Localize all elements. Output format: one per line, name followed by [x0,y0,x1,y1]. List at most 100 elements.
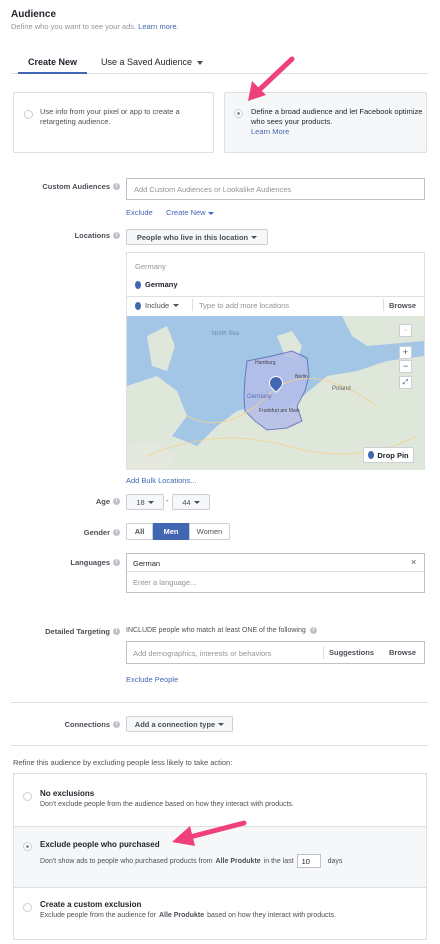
exclude-purchased-title: Exclude people who purchased [40,840,160,849]
tab-saved-label: Use a Saved Audience [101,57,193,67]
age-label: Age [95,497,110,506]
languages-label-row: Languages i [20,558,120,567]
location-pin-icon [135,280,141,289]
exclude-purchased-desc-text: Don't show ads to people who purchased p… [40,857,213,865]
include-criteria-text: INCLUDE people who match at least ONE of… [126,627,306,634]
create-new-label: Create New [166,208,206,217]
include-label: Include [145,301,170,310]
days-unit-label: days [327,857,343,865]
gender-toggle-group: All Men Women [126,523,230,540]
section-title: Audience [11,9,57,20]
chevron-down-icon [193,500,200,504]
close-icon[interactable]: × [411,557,416,567]
locations-panel: Germany Germany Include Type to add more… [126,252,425,470]
suggestions-button[interactable]: Suggestions [329,648,374,657]
map-label-sea: North Sea [212,331,240,337]
retargeting-option-card[interactable]: Use info from your pixel or app to creat… [13,92,214,153]
info-icon[interactable]: i [113,721,120,728]
map-label-berlin: Berlin [295,374,308,380]
map-label-hamburg: Hamburg [255,360,276,366]
age-max-value: 44 [182,497,191,507]
custom-exclusion-radio[interactable] [23,903,32,912]
languages-label: Languages [70,558,110,567]
divider [323,646,324,659]
connections-label-row: Connections i [20,720,120,729]
locations-label-row: Locations i [20,231,120,240]
no-exclusions-radio[interactable] [23,792,32,801]
annotation-arrow-icon [172,820,247,846]
info-icon[interactable]: i [113,559,120,566]
divider [127,296,424,297]
info-icon[interactable]: i [113,628,120,635]
learn-more-link[interactable]: Learn more. [138,22,178,31]
exclude-people-link[interactable]: Exclude People [126,675,178,684]
info-icon[interactable]: i [309,627,317,634]
product-set-name: Alle Produkte [215,857,261,865]
age-separator: - [166,496,169,505]
exclude-purchased-desc: Don't show ads to people who purchased p… [40,854,342,868]
location-type-dropdown[interactable]: People who live in this location [126,229,268,245]
custom-exclusion-desc-text: Exclude people from the audience for [40,912,156,919]
gender-men-button[interactable]: Men [153,523,189,540]
include-dropdown[interactable]: Include [135,301,180,310]
age-min-dropdown[interactable]: 18 [126,494,164,510]
info-icon[interactable]: i [113,183,120,190]
custom-audiences-input[interactable]: Add Custom Audiences or Lookalike Audien… [126,178,425,200]
retargeting-radio[interactable] [24,110,33,119]
chevron-down-icon [147,500,154,504]
drop-pin-label: Drop Pin [377,450,409,460]
drop-pin-button[interactable]: Drop Pin [363,447,414,463]
product-set-name: Alle Produkte [158,912,205,919]
tab-create-new[interactable]: Create New [18,57,88,74]
custom-exclusion-option[interactable]: Create a custom exclusion Exclude people… [14,888,426,940]
divider [11,745,428,746]
location-type-label: People who live in this location [136,232,249,242]
gender-label: Gender [83,528,110,537]
map-label-city: Frankfurt am Main [259,408,300,414]
chevron-down-icon [196,60,203,65]
gender-all-button[interactable]: All [126,523,153,540]
age-max-dropdown[interactable]: 44 [172,494,210,510]
location-search-input[interactable]: Type to add more locations [199,301,379,310]
browse-locations-button[interactable]: Browse [389,301,416,310]
browse-targeting-button[interactable]: Browse [389,648,416,657]
info-icon[interactable]: i [113,498,120,505]
selected-location-name: Germany [145,280,178,289]
gender-women-button[interactable]: Women [189,523,230,540]
no-exclusions-desc: Don't exclude people from the audience b… [40,801,294,808]
language-input[interactable]: Enter a language... [133,578,196,587]
divider [11,702,428,703]
map-option-button[interactable]: ◦ [399,324,412,337]
location-map[interactable]: North Sea Germany Frankfurt am Main Pola… [127,316,424,470]
zoom-in-icon[interactable]: + [399,346,412,359]
fullscreen-icon[interactable]: ⤢ [399,376,412,389]
exclude-purchased-radio[interactable] [23,842,32,851]
annotation-arrow-icon [248,56,295,101]
info-icon[interactable]: i [113,529,120,536]
add-bulk-locations-link[interactable]: Add Bulk Locations... [126,476,196,485]
info-icon[interactable]: i [113,232,120,239]
create-new-audience-link[interactable]: Create New [166,208,214,217]
section-subtitle: Define who you want to see your ads. Lea… [11,22,179,31]
age-label-row: Age i [20,497,120,506]
retargeting-text: Use info from your pixel or app to creat… [40,107,180,126]
refine-audience-text: Refine this audience by excluding people… [13,758,233,767]
location-pin-icon [135,301,141,310]
custom-exclusion-title: Create a custom exclusion [40,900,142,909]
divider [192,299,193,311]
languages-field: German × Enter a language... [126,553,425,593]
detailed-targeting-label: Detailed Targeting [45,627,110,636]
detailed-targeting-input[interactable]: Add demographics, interests or behaviors… [126,641,425,664]
days-input[interactable]: 10 [296,854,321,868]
zoom-out-icon[interactable]: − [399,360,412,373]
tab-saved-audience[interactable]: Use a Saved Audience [101,57,203,67]
connection-type-dropdown[interactable]: Add a connection type [126,716,233,732]
include-criteria-row: INCLUDE people who match at least ONE of… [126,627,317,634]
exclusion-options-list: No exclusions Don't exclude people from … [13,773,427,940]
chevron-down-icon [251,235,258,239]
exclude-audience-link[interactable]: Exclude [126,208,153,217]
location-group-header: Germany [135,262,166,271]
map-label-country: Germany [247,394,272,400]
broad-learn-more-link[interactable]: Learn More [251,127,289,136]
selected-language: German [133,559,161,568]
